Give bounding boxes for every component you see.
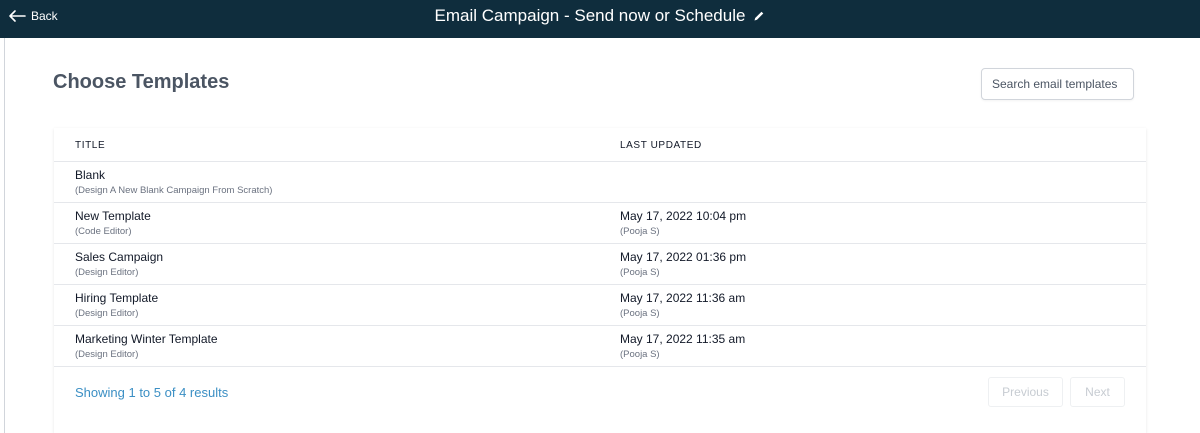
search-input[interactable]	[981, 68, 1134, 100]
last-updated-date: May 17, 2022 11:35 am	[620, 332, 746, 346]
title-cell: Blank (Design A New Blank Campaign From …	[75, 168, 272, 197]
template-title: Marketing Winter Template	[75, 332, 218, 346]
template-title: Hiring Template	[75, 291, 159, 305]
table-row[interactable]: Sales Campaign (Design Editor) May 17, 2…	[54, 244, 1146, 285]
table-header: TITLE LAST UPDATED	[54, 128, 1146, 162]
last-updated-date: May 17, 2022 11:36 am	[620, 291, 746, 305]
template-editor-type: (Design A New Blank Campaign From Scratc…	[75, 185, 273, 196]
last-updated-author: (Pooja S)	[620, 226, 660, 237]
title-cell: Hiring Template (Design Editor)	[75, 291, 158, 320]
campaign-title: Email Campaign - Send now or Schedule	[434, 6, 746, 25]
table-row[interactable]: Hiring Template (Design Editor) May 17, …	[54, 285, 1146, 326]
table-row-blank[interactable]: Blank (Design A New Blank Campaign From …	[54, 162, 1146, 203]
table-row[interactable]: New Template (Code Editor) May 17, 2022 …	[54, 203, 1146, 244]
column-header-last-updated: LAST UPDATED	[620, 140, 702, 151]
template-editor-type: (Design Editor)	[75, 308, 139, 319]
last-updated-cell: May 17, 2022 11:36 am (Pooja S)	[620, 291, 745, 320]
template-title: New Template	[75, 209, 151, 223]
title-cell: Marketing Winter Template (Design Editor…	[75, 332, 218, 361]
last-updated-author: (Pooja S)	[620, 349, 660, 360]
top-bar: Back Email Campaign - Send now or Schedu…	[0, 0, 1200, 38]
page-title: Choose Templates	[53, 71, 230, 93]
last-updated-cell: May 17, 2022 10:04 pm (Pooja S)	[620, 209, 746, 238]
table-row[interactable]: Marketing Winter Template (Design Editor…	[54, 326, 1146, 367]
last-updated-date: May 17, 2022 01:36 pm	[620, 250, 747, 264]
back-button[interactable]: Back	[7, 0, 58, 32]
template-title: Sales Campaign	[75, 250, 164, 264]
next-button[interactable]: Next	[1070, 377, 1125, 407]
last-updated-date: May 17, 2022 10:04 pm	[620, 209, 747, 223]
last-updated-author: (Pooja S)	[620, 267, 660, 278]
back-label: Back	[31, 9, 58, 23]
last-updated-cell: May 17, 2022 01:36 pm (Pooja S)	[620, 250, 746, 279]
pagination-summary: Showing 1 to 5 of 4 results	[75, 385, 229, 400]
title-cell: New Template (Code Editor)	[75, 209, 151, 238]
column-header-title: TITLE	[75, 140, 106, 151]
template-editor-type: (Design Editor)	[75, 267, 139, 278]
last-updated-author: (Pooja S)	[620, 308, 660, 319]
last-updated-cell: May 17, 2022 11:35 am (Pooja S)	[620, 332, 745, 361]
previous-button[interactable]: Previous	[988, 377, 1063, 407]
template-title: Blank	[75, 168, 106, 182]
template-editor-type: (Code Editor)	[75, 226, 132, 237]
template-editor-type: (Design Editor)	[75, 349, 139, 360]
campaign-title-bar: Email Campaign - Send now or Schedule	[0, 0, 1200, 32]
arrow-left-icon	[9, 10, 26, 22]
templates-table: TITLE LAST UPDATED Blank (Design A New B…	[54, 128, 1146, 433]
title-cell: Sales Campaign (Design Editor)	[75, 250, 163, 279]
pencil-icon[interactable]	[753, 10, 765, 22]
